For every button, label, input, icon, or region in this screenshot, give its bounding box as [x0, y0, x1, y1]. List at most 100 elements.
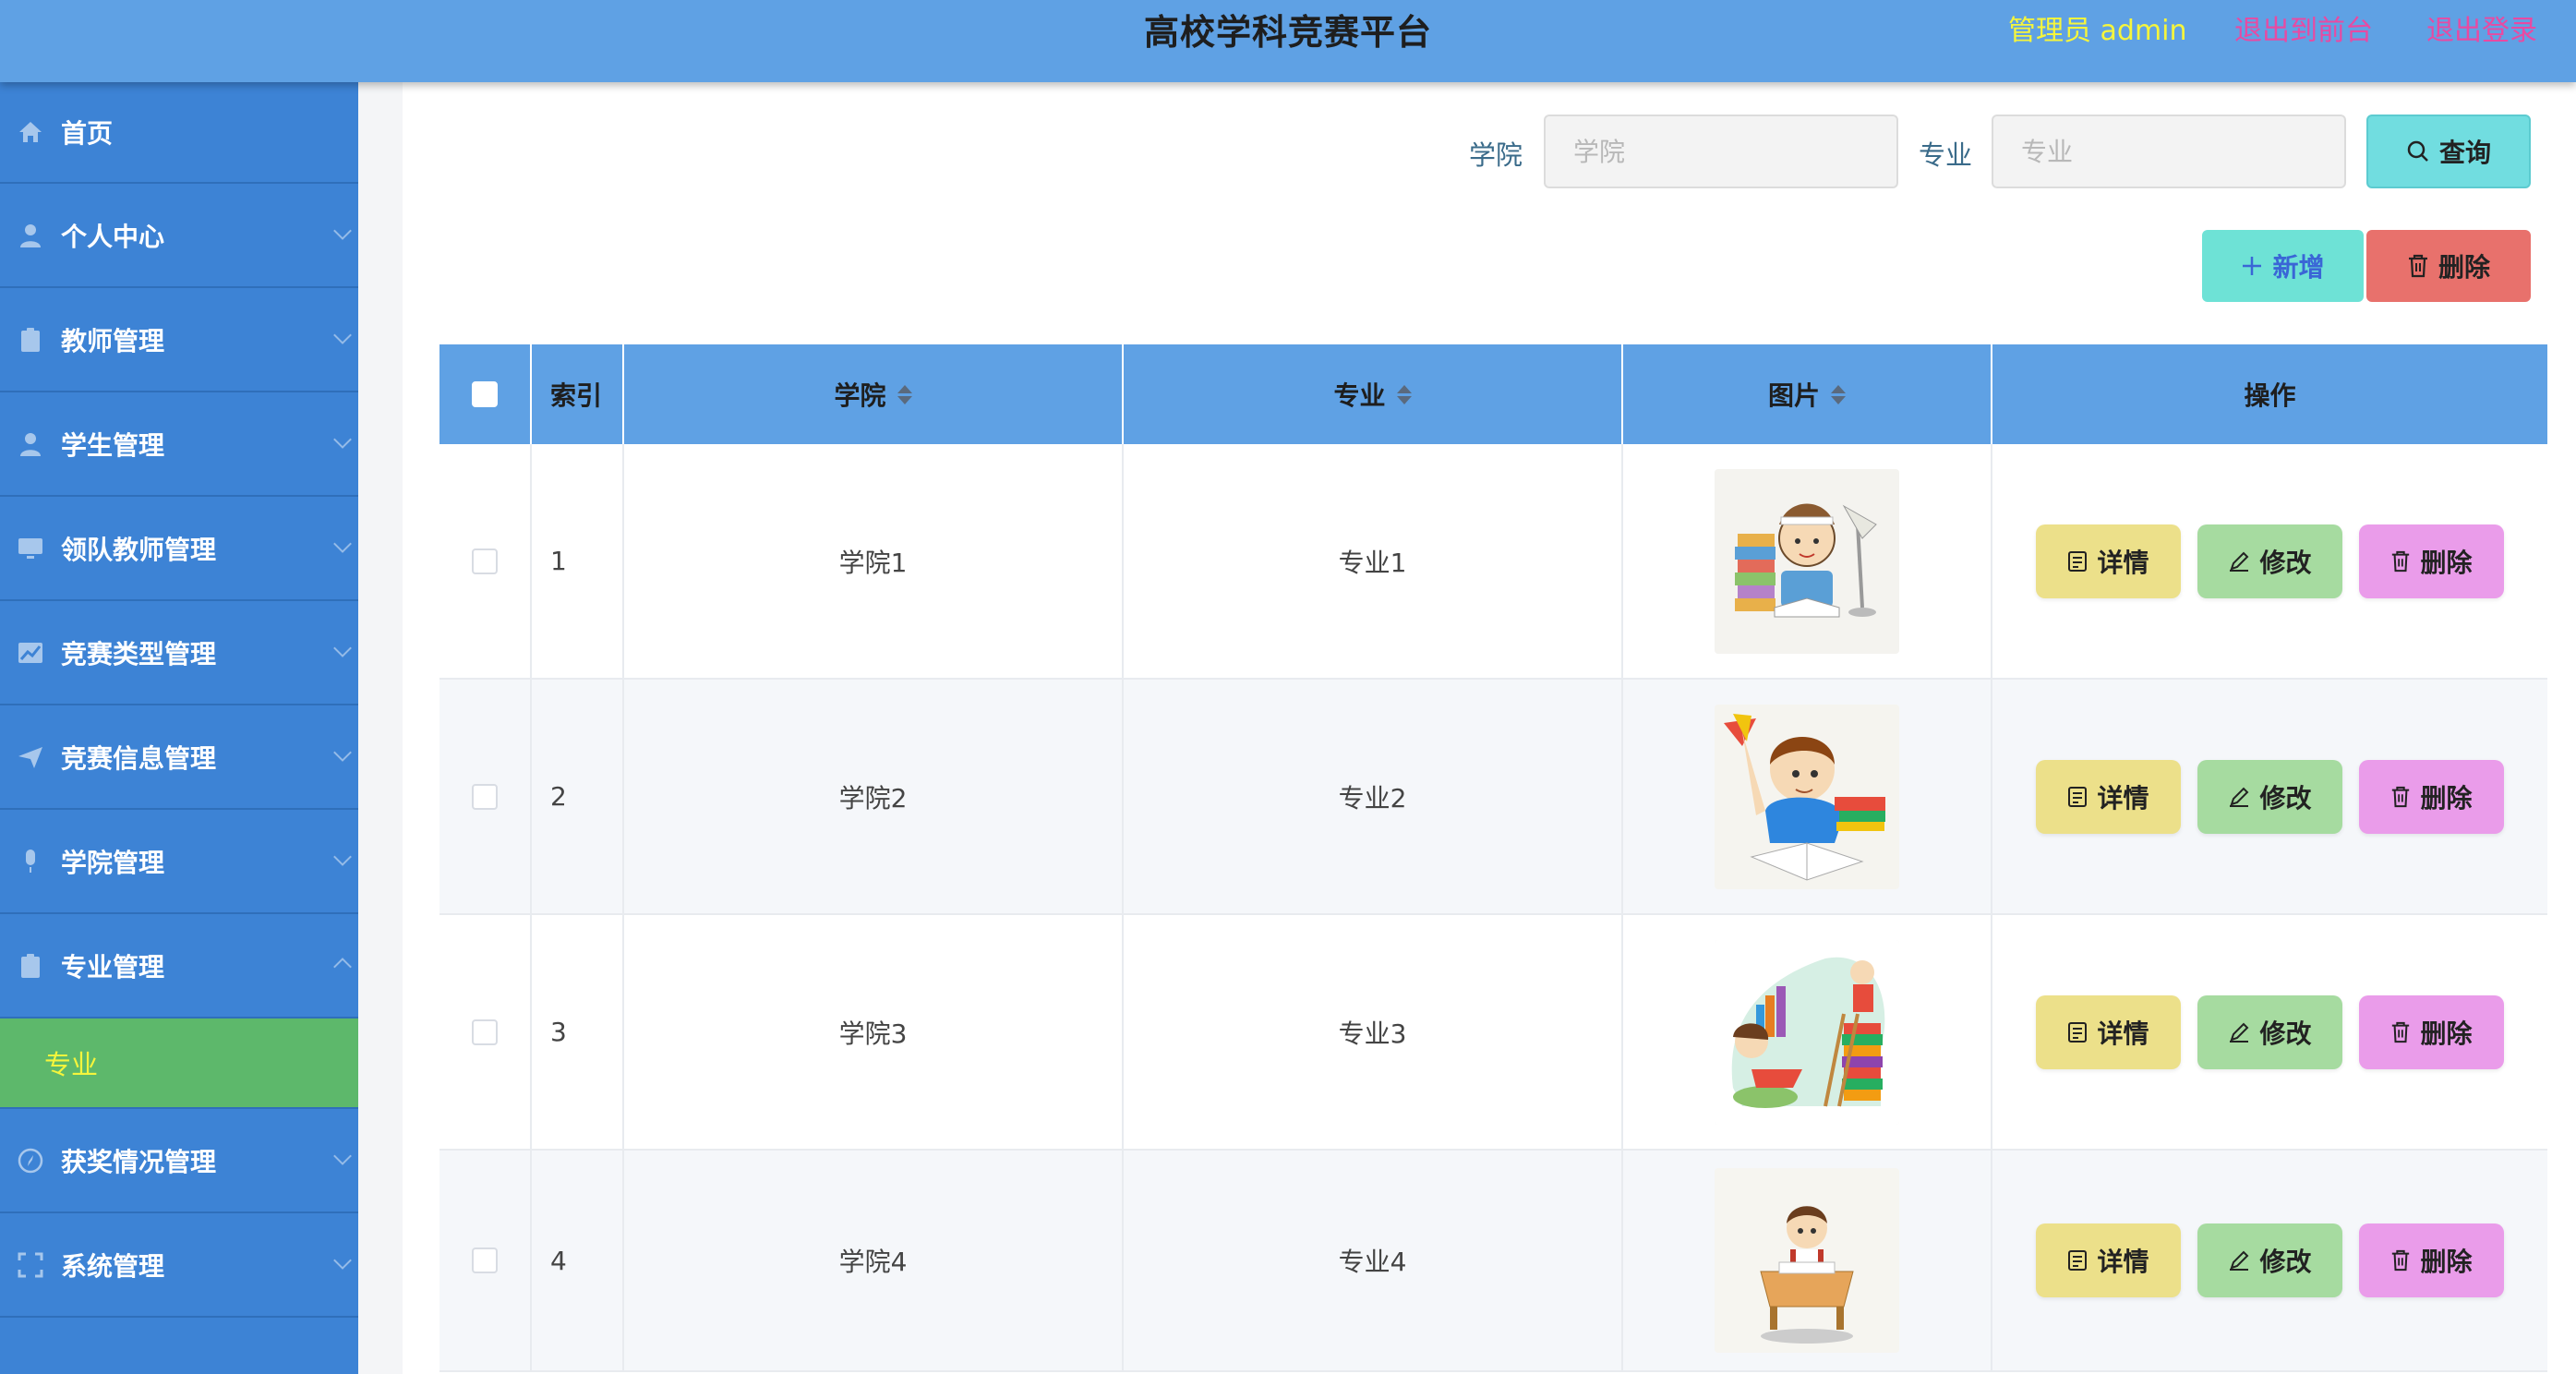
delete-button-label: 删除	[2420, 547, 2473, 578]
detail-button[interactable]: 详情	[2036, 1223, 2181, 1297]
trash-icon	[2392, 786, 2410, 807]
college-search-input[interactable]	[1544, 114, 1898, 188]
column-header-label: 图片	[1767, 380, 1820, 411]
edit-button[interactable]: 修改	[2197, 759, 2342, 834]
sidebar-item-competition-info[interactable]: 竞赛信息管理	[0, 705, 358, 810]
sidebar-item-colleges[interactable]: 学院管理	[0, 810, 358, 914]
select-all-checkbox[interactable]	[472, 381, 498, 407]
sidebar-item-label: 系统管理	[61, 1250, 165, 1282]
sidebar-item-team-leaders[interactable]: 领队教师管理	[0, 497, 358, 601]
sidebar-item-competition-types[interactable]: 竞赛类型管理	[0, 601, 358, 705]
row-image-cell	[1623, 915, 1992, 1149]
delete-button[interactable]: 删除	[2359, 1223, 2504, 1297]
top-header: 高校学科竞赛平台 管理员 admin 退出到前台 退出登录	[0, 0, 2576, 82]
sort-icon[interactable]	[1831, 384, 1846, 404]
row-checkbox-cell	[439, 680, 532, 913]
edit-button[interactable]: 修改	[2197, 524, 2342, 598]
batch-delete-button[interactable]: 删除	[2366, 230, 2531, 302]
table-header: 索引 学院 专业 图片 操作	[439, 344, 2547, 444]
sidebar-item-system[interactable]: 系统管理	[0, 1213, 358, 1318]
sidebar-item-label: 专业管理	[61, 951, 165, 982]
document-icon	[2068, 1021, 2088, 1043]
column-header-label: 学院	[834, 380, 886, 411]
edit-icon	[2230, 787, 2249, 807]
main-content: 学院 专业 查询 新增 删除 索引 学院 专业 图片 操作 1 学院1 专业1	[403, 82, 2576, 1374]
sidebar-item-label: 首页	[61, 118, 114, 149]
sidebar-item-awards[interactable]: 获奖情况管理	[0, 1109, 358, 1213]
row-index: 1	[532, 444, 624, 678]
trash-icon	[2392, 550, 2410, 572]
row-college: 学院2	[624, 680, 1124, 913]
detail-button-label: 详情	[2097, 1018, 2149, 1049]
row-checkbox[interactable]	[472, 548, 498, 574]
sidebar-item-teachers[interactable]: 教师管理	[0, 288, 358, 392]
column-header-major[interactable]: 专业	[1124, 344, 1623, 444]
back-to-front-link[interactable]: 退出到前台	[2234, 7, 2373, 48]
row-checkbox[interactable]	[472, 1018, 498, 1045]
sidebar-item-home[interactable]: 首页	[0, 82, 358, 184]
row-actions: 详情 修改 删除	[1992, 1151, 2547, 1370]
row-actions: 详情 修改 删除	[1992, 680, 2547, 913]
thumbnail-image[interactable]	[1715, 704, 1899, 889]
batch-delete-button-label: 删除	[2438, 252, 2490, 283]
page-title: 高校学科竞赛平台	[1143, 12, 1432, 53]
row-checkbox-cell	[439, 1151, 532, 1370]
add-button[interactable]: 新增	[2202, 230, 2364, 302]
detail-button[interactable]: 详情	[2036, 994, 2181, 1069]
sidebar-item-label: 竞赛类型管理	[61, 638, 217, 669]
delete-button[interactable]: 删除	[2359, 524, 2504, 598]
clipboard-icon	[17, 326, 44, 354]
user-icon	[17, 222, 44, 249]
sort-icon[interactable]	[1396, 384, 1412, 404]
select-all-cell	[439, 344, 532, 444]
row-checkbox[interactable]	[472, 783, 498, 810]
sidebar-item-profile[interactable]: 个人中心	[0, 184, 358, 288]
thumbnail-image[interactable]	[1715, 468, 1899, 654]
trash-icon	[2392, 1249, 2410, 1272]
compass-icon	[17, 1147, 44, 1175]
chevron-up-icon	[333, 958, 352, 976]
row-image-cell	[1623, 680, 1992, 913]
row-index: 3	[532, 915, 624, 1149]
sort-icon[interactable]	[897, 384, 912, 404]
major-search-input[interactable]	[1992, 114, 2346, 188]
thumbnail-image[interactable]	[1715, 939, 1899, 1125]
sidebar-item-majors[interactable]: 专业管理	[0, 914, 358, 1018]
delete-button[interactable]: 删除	[2359, 994, 2504, 1069]
table-row: 3 学院3 专业3 详情 修改 删除	[439, 915, 2547, 1151]
edit-button[interactable]: 修改	[2197, 994, 2342, 1069]
column-header-image[interactable]: 图片	[1623, 344, 1992, 444]
data-table: 索引 学院 专业 图片 操作 1 学院1 专业1 详情 修改 删除 2 学院2 …	[439, 344, 2547, 1372]
sidebar-subitem-major[interactable]: 专业	[0, 1018, 358, 1109]
row-image-cell	[1623, 1151, 1992, 1370]
detail-button[interactable]: 详情	[2036, 524, 2181, 598]
college-filter-label: 学院	[1469, 139, 1523, 171]
sidebar-item-label: 学生管理	[61, 429, 165, 461]
major-filter-label: 专业	[1919, 139, 1973, 171]
query-button[interactable]: 查询	[2366, 114, 2531, 188]
row-index: 2	[532, 680, 624, 913]
column-header-college[interactable]: 学院	[624, 344, 1124, 444]
edit-button-label: 修改	[2259, 1018, 2312, 1049]
thumbnail-image[interactable]	[1715, 1168, 1899, 1353]
sidebar-item-students[interactable]: 学生管理	[0, 392, 358, 497]
chevron-down-icon	[333, 848, 352, 866]
sidebar-item-label: 学院管理	[61, 847, 165, 878]
document-icon	[2068, 1250, 2088, 1271]
edit-button[interactable]: 修改	[2197, 1223, 2342, 1297]
chevron-down-icon	[333, 1251, 352, 1270]
row-major: 专业3	[1124, 915, 1623, 1149]
home-icon	[17, 118, 44, 146]
delete-button[interactable]: 删除	[2359, 759, 2504, 834]
logout-link[interactable]: 退出登录	[2426, 7, 2537, 48]
detail-button-label: 详情	[2097, 1247, 2149, 1277]
sidebar: 首页 个人中心 教师管理 学生管理 领队教师管理 竞赛类型管理 竞赛信息管理 学…	[0, 82, 358, 1374]
microphone-icon	[17, 848, 44, 875]
edit-icon	[2230, 551, 2249, 572]
chevron-down-icon	[333, 743, 352, 762]
delete-button-label: 删除	[2420, 1018, 2473, 1049]
row-checkbox[interactable]	[472, 1247, 498, 1273]
detail-button[interactable]: 详情	[2036, 759, 2181, 834]
sidebar-item-label: 竞赛信息管理	[61, 742, 217, 774]
chevron-down-icon	[333, 535, 352, 553]
